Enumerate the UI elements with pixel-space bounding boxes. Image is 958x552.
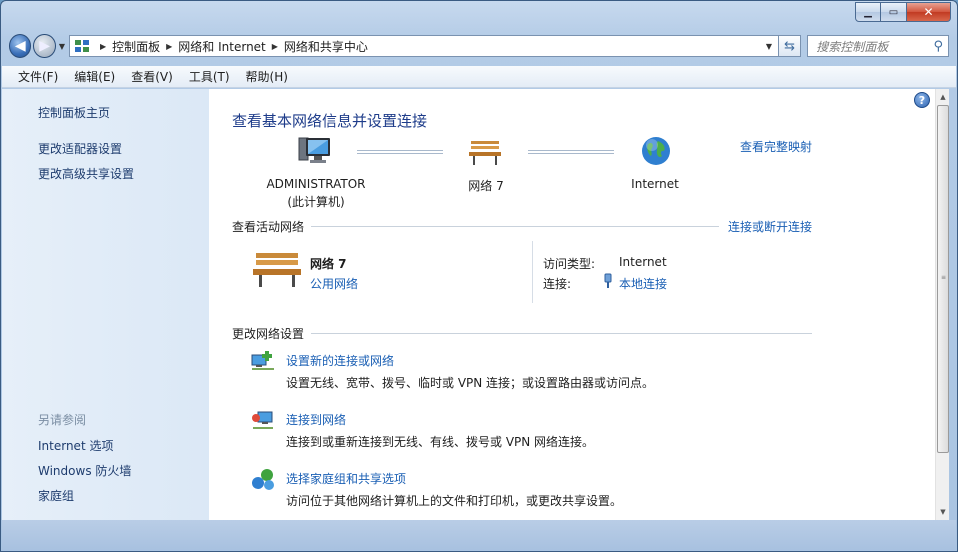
globe-icon[interactable] xyxy=(640,135,672,167)
breadcrumb-network-internet[interactable]: 网络和 Internet xyxy=(178,38,265,55)
search-input[interactable]: 搜索控制面板 ⚲ xyxy=(807,35,949,57)
map-node-computer-label: ADMINISTRATOR xyxy=(266,177,366,191)
page-title: 查看基本网络信息并设置连接 xyxy=(232,112,428,130)
connection-label: 连接: xyxy=(543,277,572,291)
breadcrumb-control-panel[interactable]: 控制面板 xyxy=(112,38,160,55)
scroll-down-icon[interactable]: ▼ xyxy=(936,505,950,519)
breadcrumb-separator[interactable]: ▶ xyxy=(272,42,278,51)
see-full-map-link[interactable]: 查看完整映射 xyxy=(740,138,812,155)
change-settings-heading: 更改网络设置 xyxy=(232,327,305,341)
address-dropdown-icon[interactable]: ▼ xyxy=(766,42,772,51)
close-button[interactable]: ✕ xyxy=(907,2,951,22)
sidebar-link-internet-options[interactable]: Internet 选项 xyxy=(38,437,113,454)
connect-to-network-desc: 连接到或重新连接到无线、有线、拨号或 VPN 网络连接。 xyxy=(286,435,595,449)
navigation-bar: ◀ ▶ ▼ ▶ 控制面板 ▶ 网络和 Internet ▶ 网络和共享中心 ▼ … xyxy=(9,32,949,60)
sidebar-link-advanced-sharing[interactable]: 更改高级共享设置 xyxy=(38,165,134,182)
local-connection-link[interactable]: 本地连接 xyxy=(619,275,667,292)
menu-edit[interactable]: 编辑(E) xyxy=(66,68,123,85)
map-node-computer-sublabel: (此计算机) xyxy=(287,195,345,209)
vertical-scrollbar[interactable]: ▲ ≡ ▼ xyxy=(935,89,949,520)
address-bar[interactable]: ▶ 控制面板 ▶ 网络和 Internet ▶ 网络和共享中心 ▼ xyxy=(68,35,779,57)
active-network-name: 网络 7 xyxy=(310,257,347,271)
sidebar-link-adapter-settings[interactable]: 更改适配器设置 xyxy=(38,140,122,157)
sidebar-link-homegroup[interactable]: 家庭组 xyxy=(38,487,74,504)
map-node-internet-label: Internet xyxy=(631,177,679,191)
connect-network-icon[interactable] xyxy=(250,408,276,432)
access-type-label: 访问类型: xyxy=(543,257,596,271)
menu-view[interactable]: 查看(V) xyxy=(123,68,181,85)
section-divider xyxy=(311,226,719,227)
forward-button[interactable]: ▶ xyxy=(33,34,56,58)
menu-help[interactable]: 帮助(H) xyxy=(238,68,296,85)
breadcrumb-separator[interactable]: ▶ xyxy=(100,42,106,51)
back-button[interactable]: ◀ xyxy=(9,34,32,58)
maximize-button[interactable]: ▭ xyxy=(881,2,907,22)
homegroup-icon[interactable] xyxy=(250,467,276,491)
sidebar-link-windows-firewall[interactable]: Windows 防火墙 xyxy=(38,462,131,479)
menu-tools[interactable]: 工具(T) xyxy=(181,68,238,85)
bench-icon[interactable] xyxy=(251,248,303,290)
caption-buttons: ▁ ▭ ✕ xyxy=(855,2,951,22)
breadcrumb-separator[interactable]: ▶ xyxy=(166,42,172,51)
scroll-up-icon[interactable]: ▲ xyxy=(936,90,950,104)
map-connector xyxy=(357,150,443,154)
bench-icon[interactable] xyxy=(468,137,502,167)
breadcrumb-network-sharing-center[interactable]: 网络和共享中心 xyxy=(284,38,368,55)
setup-new-connection-link[interactable]: 设置新的连接或网络 xyxy=(286,352,394,369)
connect-to-network-link[interactable]: 连接到网络 xyxy=(286,411,346,428)
control-panel-icon xyxy=(74,40,89,52)
connect-disconnect-link[interactable]: 连接或断开连接 xyxy=(728,218,812,235)
ethernet-plug-icon xyxy=(604,273,612,288)
refresh-button[interactable]: ⇆ xyxy=(778,35,802,57)
access-type-value: Internet xyxy=(619,255,667,269)
search-placeholder: 搜索控制面板 xyxy=(816,39,889,54)
sidebar-link-control-panel-home[interactable]: 控制面板主页 xyxy=(38,104,110,121)
computer-icon[interactable] xyxy=(297,135,333,167)
minimize-button[interactable]: ▁ xyxy=(855,2,881,22)
status-bar xyxy=(2,520,956,550)
menu-file[interactable]: 文件(F) xyxy=(10,68,66,85)
map-connector xyxy=(528,150,614,154)
network-details-divider xyxy=(532,241,533,303)
window-frame: ▁ ▭ ✕ ◀ ▶ ▼ ▶ 控制面板 ▶ 网络和 Internet ▶ 网络和共… xyxy=(0,0,958,552)
new-connection-icon[interactable] xyxy=(250,349,276,373)
setup-new-connection-desc: 设置无线、宽带、拨号、临时或 VPN 连接；或设置路由器或访问点。 xyxy=(286,376,655,390)
left-task-pane: 控制面板主页 更改适配器设置 更改高级共享设置 另请参阅 Internet 选项… xyxy=(2,89,209,520)
see-also-heading: 另请参阅 xyxy=(38,413,87,427)
active-networks-heading: 查看活动网络 xyxy=(232,220,305,234)
homegroup-sharing-desc: 访问位于其他网络计算机上的文件和打印机，或更改共享设置。 xyxy=(286,494,623,508)
homegroup-sharing-link[interactable]: 选择家庭组和共享选项 xyxy=(286,470,406,487)
recent-pages-dropdown[interactable]: ▼ xyxy=(59,42,65,51)
menu-bar: 文件(F) 编辑(E) 查看(V) 工具(T) 帮助(H) xyxy=(2,66,956,88)
network-type-link[interactable]: 公用网络 xyxy=(310,275,358,292)
grip-icon: ≡ xyxy=(941,274,947,281)
refresh-icon: ⇆ xyxy=(784,38,796,54)
map-node-network-label: 网络 7 xyxy=(468,179,504,193)
scrollbar-thumb[interactable]: ≡ xyxy=(937,105,949,453)
search-icon[interactable]: ⚲ xyxy=(933,39,943,54)
section-divider xyxy=(311,333,812,334)
help-icon[interactable]: ? xyxy=(914,92,930,108)
